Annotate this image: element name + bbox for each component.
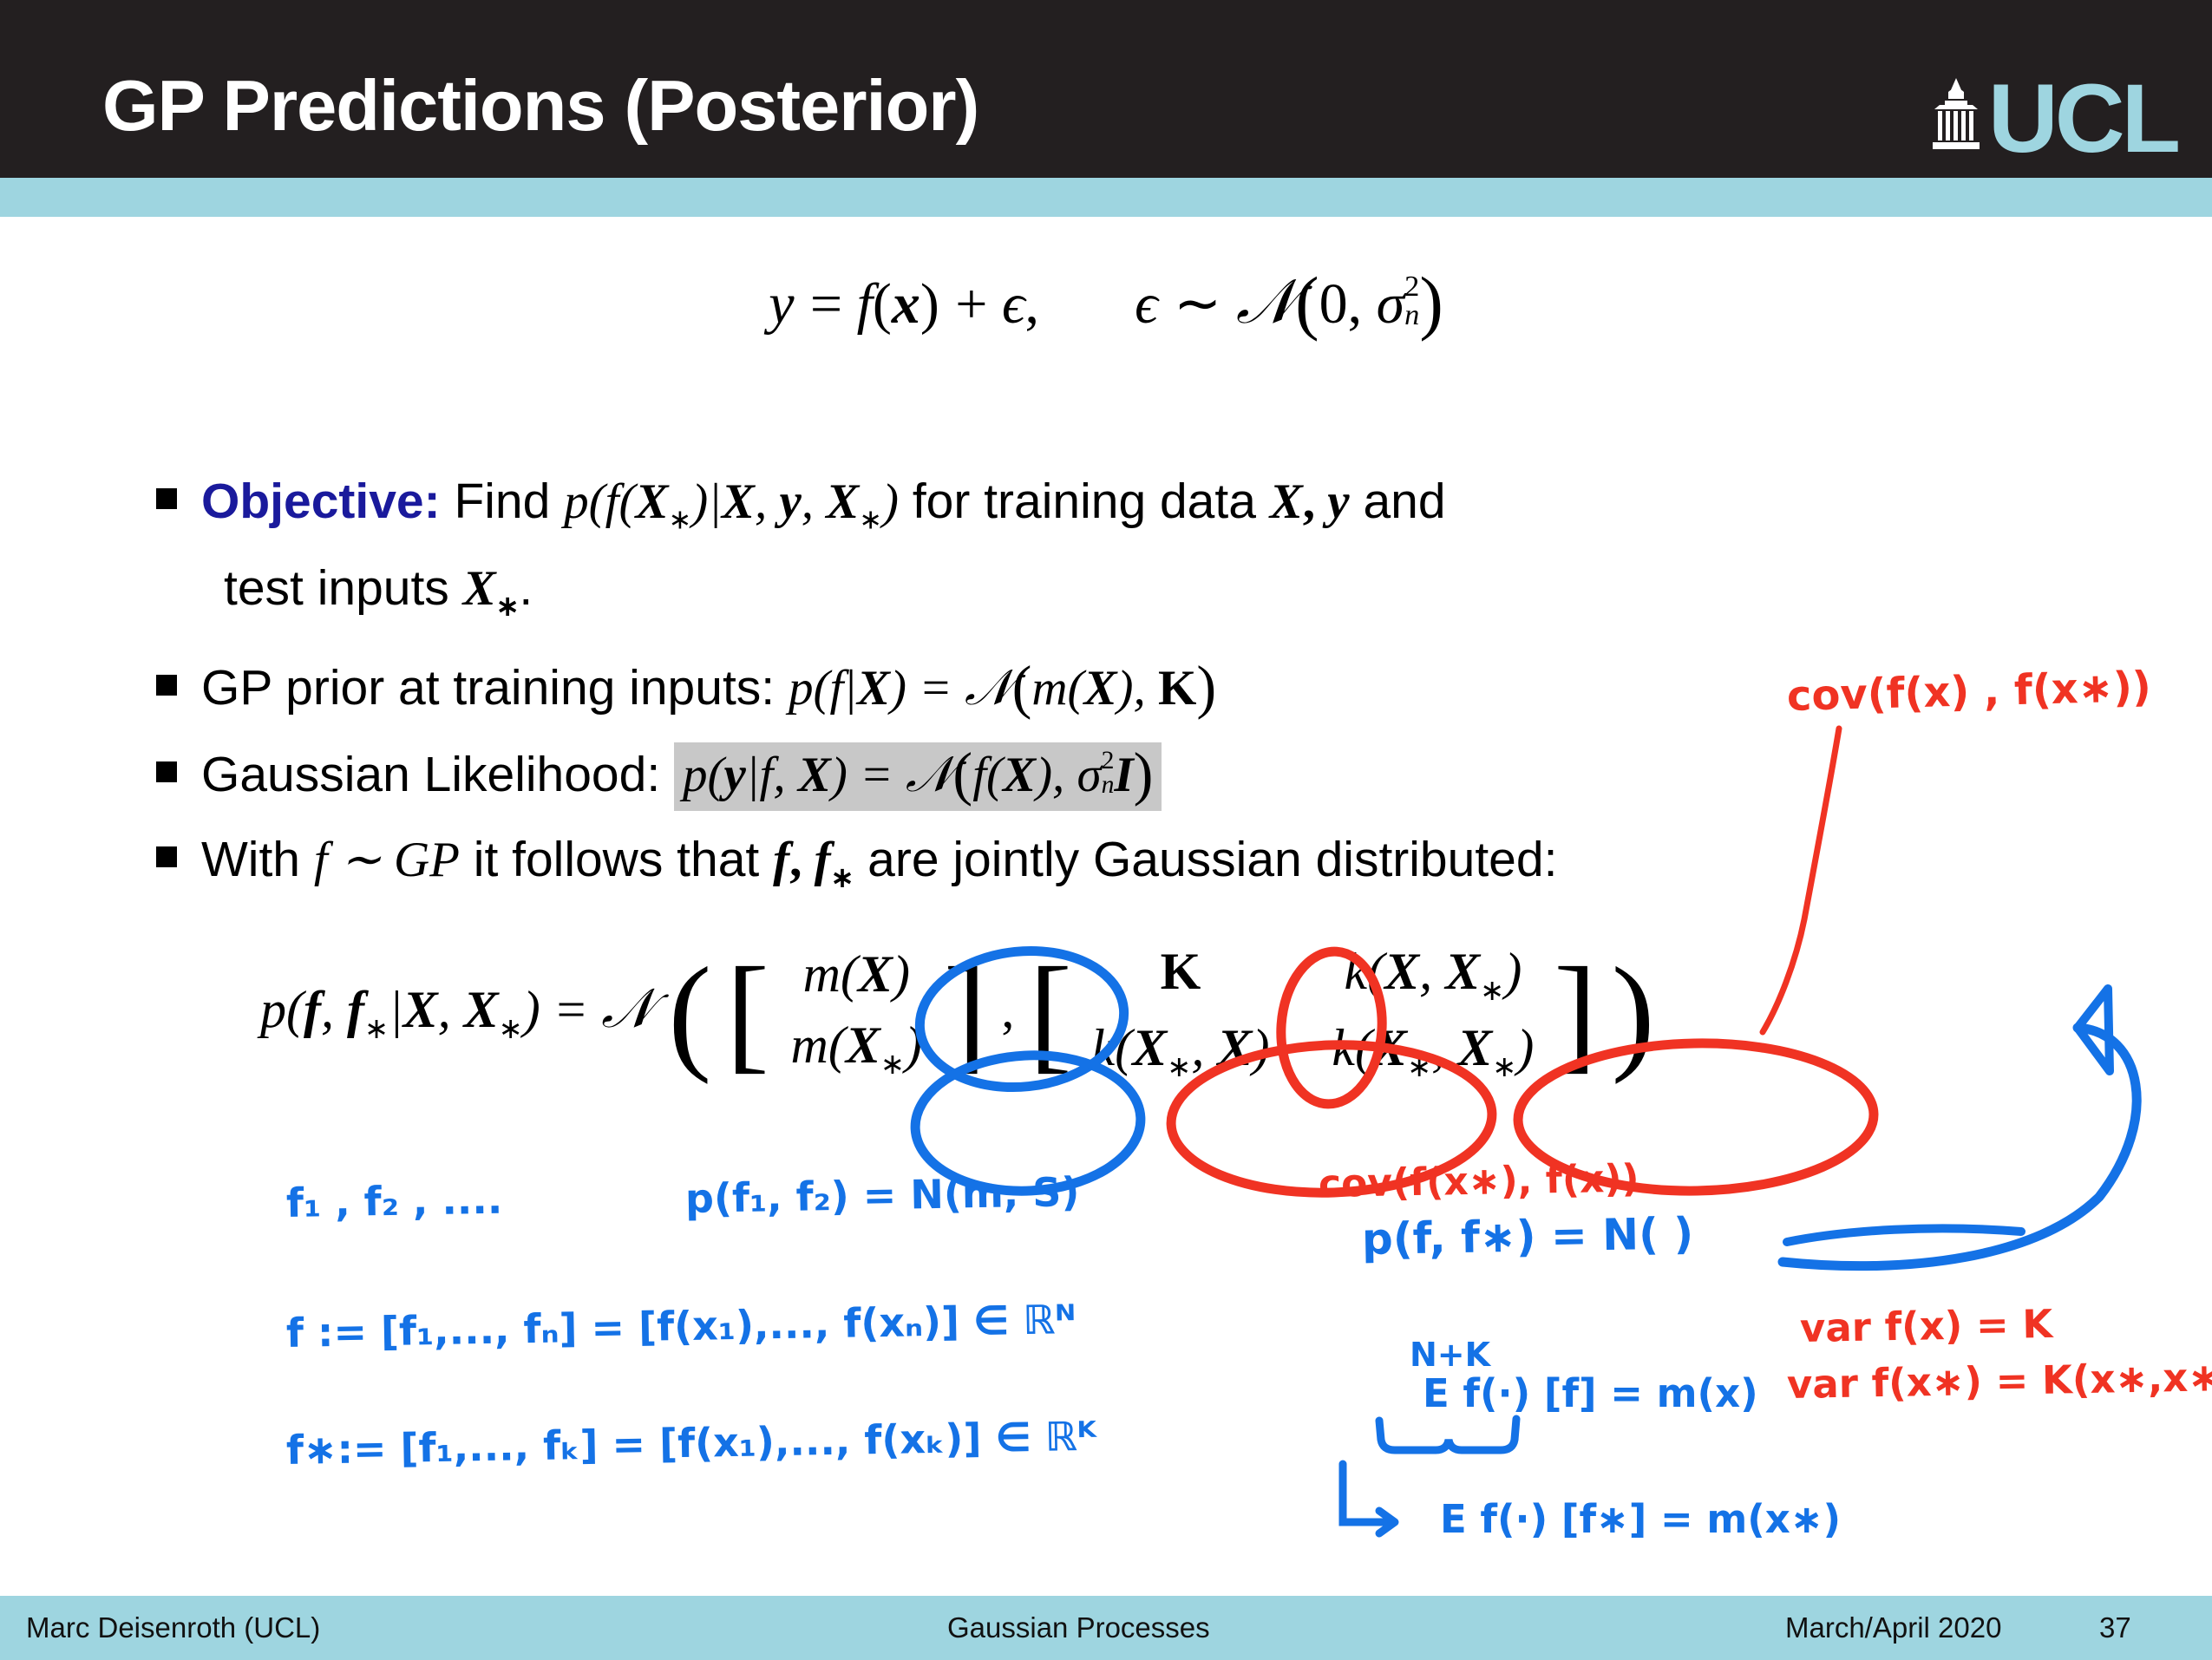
likelihood-highlight-box: p(y|f, X) = 𝒩(f(X), σ 2 n I) [674, 742, 1162, 811]
bullet-objective-text2: for training data [912, 474, 1256, 529]
bullet-joint-gaussian: With f ∼ GP it follows that f, f∗ are jo… [156, 835, 1557, 892]
outer-paren-close: ) [1611, 940, 1655, 1085]
bullet-gp-prior-text: GP prior at training inputs: [201, 660, 776, 716]
joint-distribution-equation: p(f, f∗|X, X∗) = 𝒩 ( [ m(X) m(X∗) ] , [ … [260, 937, 1655, 1089]
bullet-objective-line2-math: X∗ [462, 561, 520, 622]
ucl-logo-letters: UCL [1987, 63, 2181, 173]
annotation-n-plus-k: N+K [1410, 1336, 1491, 1374]
bullet-marker-icon [156, 488, 177, 509]
mean-vector: m(X) m(X∗) [784, 939, 929, 1086]
bullet-objective-line2-text: test inputs [224, 560, 449, 616]
cov-cell-1-1: k(X∗, X∗) [1332, 1018, 1535, 1083]
cov-cell-1-0: k(X∗, X) [1091, 1018, 1270, 1083]
bullet-marker-icon [156, 846, 177, 867]
annotation-p-joint: p(f, f∗) = N( ) [1361, 1208, 1694, 1265]
bullet-gp-prior-math: p(f|X) = 𝒩(m(X), K) [788, 654, 1217, 720]
footer-page-number: 37 [2099, 1611, 2131, 1644]
mean-vector-row-0: m(X) [802, 945, 910, 1003]
bullet-joint-text-b: it follows that [473, 832, 760, 887]
bullet-objective-text3: and [1363, 474, 1446, 529]
cov-cell-0-0: K [1160, 943, 1201, 1000]
footer-course-title: Gaussian Processes [947, 1611, 1210, 1644]
bullet-marker-icon [156, 675, 177, 696]
annotation-f-sequence: f₁ , f₂ , .... [285, 1175, 503, 1226]
bullet-objective-line2: test inputs X∗. [224, 564, 533, 620]
bullet-objective-math: p(f(X∗)|X, y, X∗) [564, 474, 899, 535]
mean-bracket-close: ] [943, 940, 987, 1085]
outer-paren-open: ( [668, 940, 712, 1085]
annotation-p-f1f2: p(f₁, f₂) = N(m, S) [684, 1168, 1080, 1222]
bullet-gaussian-likelihood: Gaussian Likelihood: p(y|f, X) = 𝒩(f(X),… [156, 742, 1162, 811]
bullet-joint-math-fs: f, f∗ [773, 833, 854, 893]
mean-bracket-open: [ [725, 940, 769, 1085]
bullet-objective-text: Find [454, 474, 551, 529]
bullet-joint-text-a: With [201, 832, 300, 887]
joint-eq-lhs: p(f, f∗|X, X∗) = 𝒩 [260, 977, 654, 1045]
bullet-joint-text-c: are jointly Gaussian distributed: [867, 832, 1558, 887]
ucl-logo: UCL [1929, 63, 2181, 173]
bullet-joint-math-f: f ∼ GP [313, 833, 460, 887]
eq-comma: , [1001, 980, 1015, 1038]
footer-date: March/April 2020 [1785, 1611, 2002, 1644]
mean-vector-row-1: m(X∗) [790, 1016, 923, 1081]
header-accent-stripe [0, 178, 2212, 217]
annotation-cov-lower: cov(f(x∗), f(x)) [1318, 1156, 1639, 1206]
bullet-marker-icon [156, 761, 177, 782]
cov-bracket-open: [ [1028, 940, 1072, 1085]
ucl-portico-icon [1932, 78, 1980, 149]
slide-footer-bar: Marc Deisenroth (UCL) Gaussian Processes… [0, 1596, 2212, 1660]
annotation-var-f: var f(x) = K [1799, 1300, 2053, 1351]
footer-author: Marc Deisenroth (UCL) [26, 1611, 321, 1644]
bullet-gp-prior: GP prior at training inputs: p(f|X) = 𝒩(… [156, 657, 1216, 716]
annotation-expectation-fstar: E f(·) [f∗] = m(x∗) [1440, 1496, 1842, 1542]
bullet-objective-line2-period: . [519, 560, 533, 616]
annotation-var-fstar: var f(x∗) = K(x∗,x∗) [1786, 1353, 2212, 1408]
bullet-objective-lead: Objective: [201, 474, 441, 529]
covariance-matrix: K k(X, X∗) k(X∗, X) k(X∗, X∗) [1087, 937, 1540, 1089]
cov-bracket-close: ] [1554, 940, 1597, 1085]
bullet-likelihood-text: Gaussian Likelihood: [201, 747, 661, 802]
page-title: GP Predictions (Posterior) [102, 65, 979, 146]
annotation-cov-top-right: cov(f(x) , f(x∗)) [1786, 663, 2152, 721]
noise-model-equation: y = f(x) + ϵ, ϵ ∼ 𝒩(0, σ 2 n) [769, 262, 1443, 342]
bullet-objective-math2: X, y [1269, 474, 1350, 529]
annotation-expectation-f: E f(·) [f] = m(x) [1423, 1370, 1758, 1416]
bullet-objective: Objective: Find p(f(X∗)|X, y, X∗) for tr… [156, 477, 1446, 533]
cov-cell-0-1: k(X, X∗) [1344, 943, 1522, 1007]
